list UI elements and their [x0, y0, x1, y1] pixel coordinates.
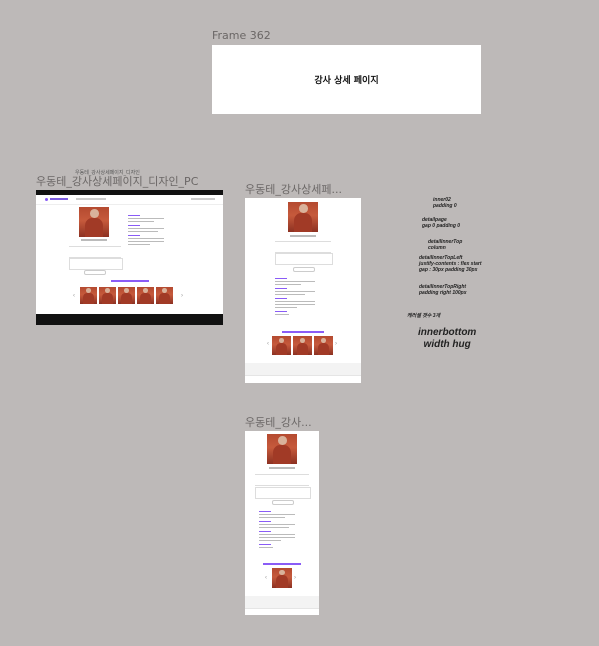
- tablet-carousel-card[interactable]: [314, 336, 333, 355]
- mobile-instructor-info: [259, 511, 295, 550]
- tablet-footer: [245, 363, 361, 375]
- pc-instructor-photo: [79, 207, 109, 237]
- mobile-frame[interactable]: ‹ ›: [245, 431, 319, 615]
- pc-stats: [69, 246, 121, 258]
- note-carousel-count: 케러셀 갯수 3개: [407, 313, 441, 319]
- mobile-tabbar: [245, 608, 319, 615]
- tablet-carousel-card[interactable]: [272, 336, 291, 355]
- tablet-instructor-photo: [288, 202, 318, 232]
- tablet-carousel-title: [282, 331, 324, 333]
- tablet-carousel-prev-icon[interactable]: ‹: [267, 341, 269, 347]
- frame-362-title: 강사 상세 페이지: [314, 76, 379, 86]
- pc-carousel-prev-icon[interactable]: ‹: [73, 293, 75, 299]
- tablet-more-button[interactable]: [293, 267, 315, 272]
- pc-carousel-card[interactable]: [156, 287, 173, 304]
- pc-more-button[interactable]: [84, 270, 106, 275]
- mobile-carousel-next-icon[interactable]: ›: [294, 575, 296, 581]
- tablet-schedule: [275, 253, 333, 265]
- note-detailpage: detailpage gap 0 padding 0: [422, 217, 461, 229]
- frame-362-label[interactable]: Frame 362: [212, 29, 271, 42]
- pc-header: [36, 195, 223, 205]
- note-detailinnertop: detailInnerTop column: [428, 239, 463, 251]
- tablet-instructor-info: [275, 278, 315, 317]
- pc-instructor-info: [128, 215, 164, 247]
- pc-carousel-card[interactable]: [137, 287, 154, 304]
- pc-carousel-card[interactable]: [99, 287, 116, 304]
- note-inner02: inner02 padding 0: [433, 197, 457, 209]
- pc-frame[interactable]: ‹ ›: [36, 190, 223, 325]
- mobile-instructor-photo: [267, 434, 297, 464]
- tablet-frame-label[interactable]: 우동테_강사상세페...: [245, 181, 342, 197]
- pc-frame-label[interactable]: 우동테_강사상세페이지_디자인_PC: [36, 173, 198, 189]
- mobile-schedule: [255, 487, 311, 499]
- tablet-stats: [275, 241, 331, 253]
- pc-footer: [36, 314, 223, 325]
- pc-carousel-title: [111, 280, 149, 282]
- pc-carousel-next-icon[interactable]: ›: [181, 293, 183, 299]
- note-innerbottom: innerbottom width hug: [418, 327, 477, 350]
- mobile-carousel-card[interactable]: [272, 568, 292, 588]
- tablet-carousel-next-icon[interactable]: ›: [335, 341, 337, 347]
- mobile-carousel-prev-icon[interactable]: ‹: [265, 575, 267, 581]
- note-detailinnertopright: detailInnerTopRight padding right 100px: [419, 284, 467, 296]
- mobile-stats: [255, 474, 309, 486]
- pc-carousel-card[interactable]: [118, 287, 135, 304]
- tablet-tabbar: [245, 375, 361, 383]
- mobile-frame-label[interactable]: 우동테_강사...: [245, 414, 312, 430]
- frame-362[interactable]: 강사 상세 페이지: [212, 45, 481, 114]
- mobile-more-button[interactable]: [272, 500, 294, 505]
- pc-carousel-card[interactable]: [80, 287, 97, 304]
- mobile-carousel-title: [263, 563, 301, 565]
- tablet-frame[interactable]: ‹ ›: [245, 198, 361, 383]
- pc-logo-icon: [45, 198, 48, 201]
- pc-schedule: [69, 258, 123, 270]
- tablet-carousel-card[interactable]: [293, 336, 312, 355]
- note-detailinnertopleft: detailInnerTopLeft justify-contents : fl…: [419, 255, 482, 273]
- mobile-footer: [245, 596, 319, 608]
